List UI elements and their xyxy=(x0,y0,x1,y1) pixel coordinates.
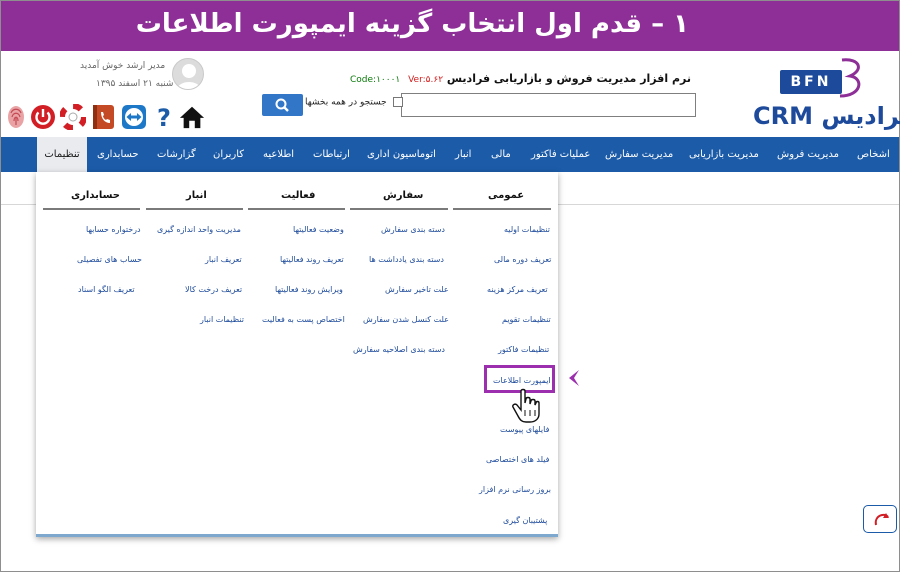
nav-item-users[interactable]: کاربران xyxy=(213,137,244,172)
menu-link-software-update[interactable]: بروز رسانی نرم افزار xyxy=(479,485,551,494)
pointer-arrow-icon xyxy=(569,370,579,386)
help-icon[interactable]: ? xyxy=(151,104,177,130)
phonebook-icon[interactable] xyxy=(90,104,116,130)
menu-link-account-tree[interactable]: درختواره حسابها xyxy=(86,225,141,234)
nav-item-reports[interactable]: گزارشات xyxy=(157,137,196,172)
menu-link-order-category[interactable]: دسته بندی سفارش xyxy=(381,225,445,234)
nav-item-invoices[interactable]: عملیات فاکتور xyxy=(531,137,590,172)
current-date: شنبه ۲۱ اسفند ۱۳۹۵ xyxy=(96,79,174,89)
nav-item-marketing[interactable]: مدیریت بازاریابی xyxy=(689,137,759,172)
menu-link-measurement-units[interactable]: مدیریت واحد اندازه گیری xyxy=(157,225,241,234)
menu-link-activity-flow[interactable]: تعریف روند فعالیتها xyxy=(280,255,344,264)
menu-link-note-category[interactable]: دسته بندی یادداشت ها xyxy=(369,255,444,264)
nav-item-settings[interactable]: تنظیمات xyxy=(37,137,87,172)
power-icon[interactable] xyxy=(30,104,56,130)
menu-link-edit-activity-flow[interactable]: ویرایش روند فعالیتها xyxy=(275,285,343,294)
nav-item-warehouse[interactable]: انبار xyxy=(455,137,471,172)
product-code: Code:۱۰۰۰۱ xyxy=(350,75,401,85)
banner-title: ۱ – قدم اول انتخاب گزینه ایمپورت اطلاعات xyxy=(135,9,689,39)
avatar[interactable] xyxy=(172,58,204,90)
menu-link-cost-center[interactable]: تعریف مرکز هزینه xyxy=(487,285,548,294)
menu-link-activity-status[interactable]: وضعیت فعالیتها xyxy=(293,225,344,234)
user-greeting: مدیر ارشد خوش آمدید xyxy=(80,61,166,71)
menu-link-order-cancel-reason[interactable]: علت کنسل شدن سفارش xyxy=(363,315,449,324)
menu-column-activities: فعالیت xyxy=(281,190,316,201)
menu-link-product-tree[interactable]: تعریف درخت کالا xyxy=(185,285,242,294)
menu-link-define-warehouse[interactable]: تعریف انبار xyxy=(205,255,242,264)
menu-column-accounting: حسابداری xyxy=(71,190,121,201)
menu-link-order-delay-reason[interactable]: علت تاخیر سفارش xyxy=(385,285,449,294)
menu-column-warehouse: انبار xyxy=(186,190,207,201)
svg-text:?: ? xyxy=(157,104,171,130)
menu-link-order-amendment-category[interactable]: دسته بندی اصلاحیه سفارش xyxy=(353,345,445,354)
fingerprint-icon[interactable] xyxy=(3,104,29,130)
search-all-option[interactable]: جستجو در همه بخشها xyxy=(305,97,403,108)
refresh-arrow-icon xyxy=(874,513,889,526)
menu-link-document-templates[interactable]: تعریف الگو اسناد xyxy=(78,285,135,294)
menu-column-orders: سفارش xyxy=(383,190,424,201)
logo-swoosh-icon xyxy=(839,58,861,98)
product-info: نرم افزار مدیریت فروش و بازاریابی فرادیس… xyxy=(346,72,691,85)
menu-link-fiscal-period[interactable]: تعریف دوره مالی xyxy=(494,255,551,264)
menu-column-general: عمومی xyxy=(488,190,525,201)
search-button[interactable] xyxy=(262,94,303,116)
nav-item-orders[interactable]: مدیریت سفارش xyxy=(605,137,673,172)
menu-link-custom-fields[interactable]: فیلد های اختصاصی xyxy=(486,455,550,464)
teamviewer-icon[interactable] xyxy=(121,104,147,130)
product-name: نرم افزار مدیریت فروش و بازاریابی فرادیس xyxy=(446,72,691,85)
search-all-checkbox[interactable] xyxy=(392,97,403,107)
search-icon xyxy=(275,98,289,112)
search-all-label: جستجو در همه بخشها xyxy=(305,97,387,108)
hand-cursor-icon xyxy=(512,388,540,423)
nav-item-finance[interactable]: مالی xyxy=(491,137,511,172)
column-divider xyxy=(43,208,140,210)
menu-link-detailed-accounts[interactable]: حساب های تفصیلی xyxy=(77,255,142,264)
logo-badge: BFN xyxy=(780,70,842,94)
column-divider xyxy=(146,208,243,210)
menu-link-invoice-settings[interactable]: تنظیمات فاکتور xyxy=(498,345,549,354)
app-logo[interactable]: BFN فرادیس CRM xyxy=(750,56,900,136)
column-divider xyxy=(248,208,345,210)
search-input[interactable] xyxy=(401,93,696,117)
product-version: Ver:۵.۶۲ xyxy=(408,75,444,85)
nav-item-automation[interactable]: اتوماسیون اداری xyxy=(367,137,436,172)
menu-link-attachments[interactable]: فایلهای پیوست xyxy=(500,425,549,434)
menu-link-warehouse-settings[interactable]: تنظیمات انبار xyxy=(200,315,244,324)
nav-item-notices[interactable]: اطلاعیه xyxy=(263,137,294,172)
column-divider xyxy=(453,208,551,210)
lifebuoy-icon[interactable] xyxy=(60,104,86,130)
nav-item-sales[interactable]: مدیریت فروش xyxy=(777,137,839,172)
nav-item-communications[interactable]: ارتباطات xyxy=(313,137,350,172)
menu-link-calendar-settings[interactable]: تنظیمات تقویم xyxy=(502,315,551,324)
column-divider xyxy=(350,208,448,210)
menu-link-initial-settings[interactable]: تنظیمات اولیه xyxy=(504,225,550,234)
nav-item-accounting[interactable]: حسابداری xyxy=(97,137,139,172)
main-navigation: اشخاص مدیریت فروش مدیریت بازاریابی مدیری… xyxy=(1,137,899,172)
menu-link-assign-post[interactable]: اختصاص پست به فعالیت xyxy=(262,315,345,324)
tutorial-banner: ۱ – قدم اول انتخاب گزینه ایمپورت اطلاعات xyxy=(1,1,899,51)
home-icon[interactable] xyxy=(179,104,205,130)
logo-text: فرادیس CRM xyxy=(753,102,900,130)
menu-link-backup[interactable]: پشتیبان گیری xyxy=(503,516,547,525)
nav-item-people[interactable]: اشخاص xyxy=(857,137,890,172)
floating-action-button[interactable] xyxy=(863,505,897,533)
